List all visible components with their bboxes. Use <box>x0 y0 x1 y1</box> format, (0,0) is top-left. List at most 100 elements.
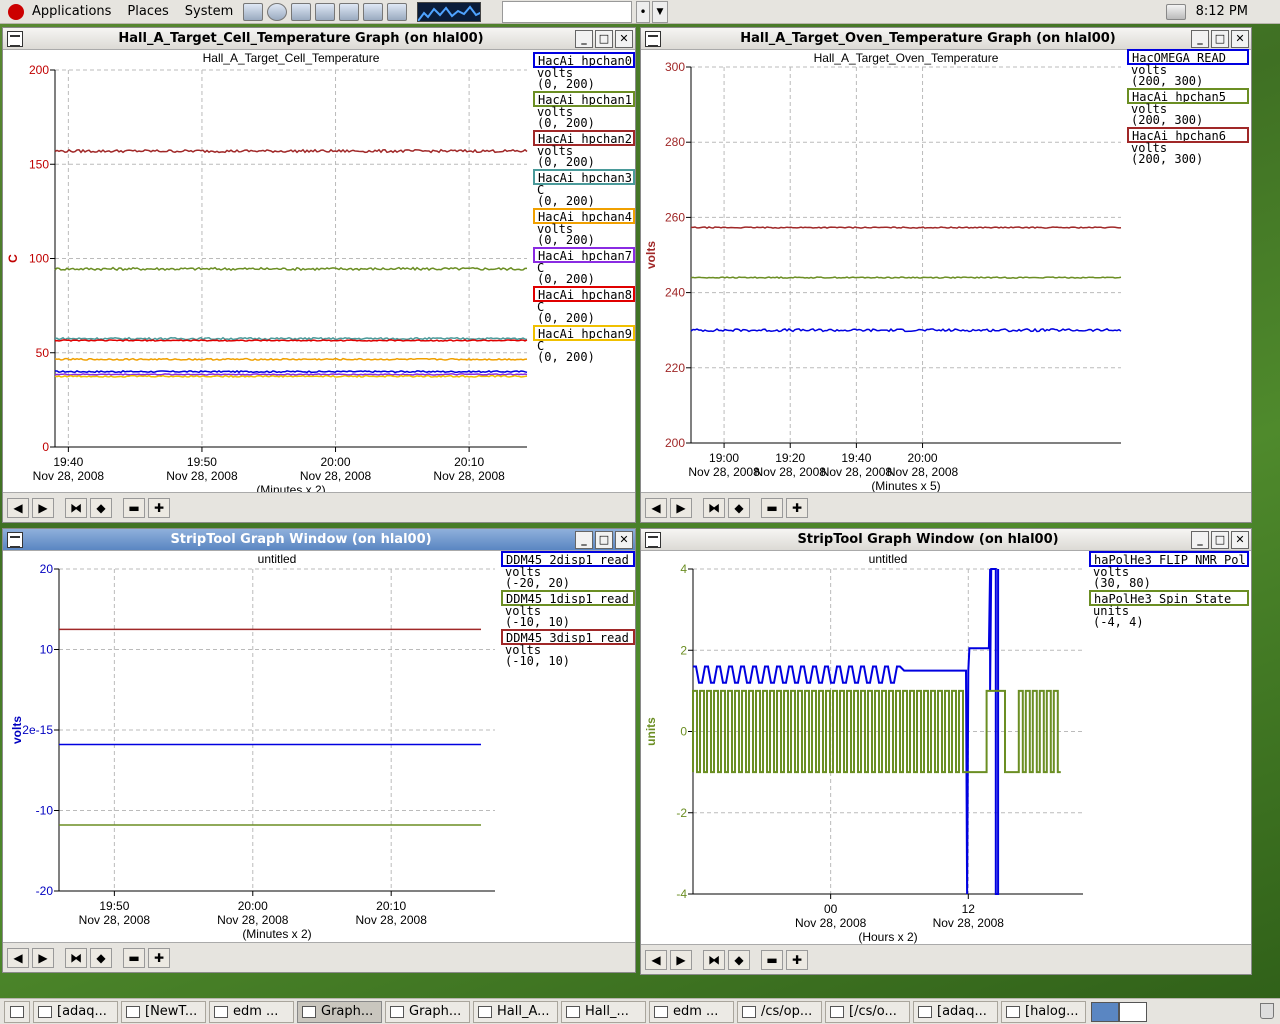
close-button[interactable]: ✕ <box>615 29 633 48</box>
scroll-right-button[interactable]: ▶ <box>670 497 692 518</box>
minimize-button[interactable]: _ <box>575 530 593 549</box>
zoom-out-button[interactable]: ◆ <box>90 497 112 518</box>
chevron-down-icon[interactable]: ▼ <box>652 1 668 23</box>
maximize-button[interactable]: □ <box>1211 29 1229 48</box>
taskbar-item[interactable]: /cs/op... <box>737 1000 822 1023</box>
editor-launcher-icon[interactable] <box>291 2 312 21</box>
window-menu-icon[interactable] <box>645 531 661 548</box>
run-command-input[interactable] <box>502 1 632 23</box>
clock[interactable]: 8:12 PM <box>1196 0 1248 24</box>
refresh-button[interactable]: ✚ <box>148 497 170 518</box>
close-button[interactable]: ✕ <box>1231 530 1249 549</box>
taskbar-item[interactable]: [adaq... <box>913 1000 998 1023</box>
window-menu-icon[interactable] <box>7 531 23 548</box>
browser-launcher-icon[interactable] <box>267 2 288 21</box>
x-axis-note: (Hours x 2) <box>858 930 917 944</box>
taskbar-item[interactable]: Graph... <box>297 1000 382 1023</box>
run-command-button[interactable]: • <box>636 1 650 23</box>
legend-entry[interactable]: HacAi_hpchan5 volts (200, 300) <box>1127 88 1249 126</box>
maximize-button[interactable]: □ <box>595 530 613 549</box>
window-menu-icon[interactable] <box>7 30 23 47</box>
legend-entry[interactable]: HacAi_hpchan1 volts (0, 200) <box>533 91 635 129</box>
terminal-launcher-icon[interactable] <box>243 2 264 21</box>
legend-series-name[interactable]: HacAi_hpchan3 <box>533 169 635 185</box>
auto-scroll-button[interactable]: ▬ <box>123 947 145 968</box>
gnome-foot-icon[interactable] <box>8 3 24 20</box>
minimize-button[interactable]: _ <box>1191 530 1209 549</box>
legend-series-name[interactable]: HacAi_hpchan9 <box>533 325 635 341</box>
scroll-left-button[interactable]: ◀ <box>645 949 667 970</box>
zoom-in-button[interactable]: ⧓ <box>65 947 87 968</box>
taskbar-item[interactable]: [NewT... <box>121 1000 206 1023</box>
menu-system[interactable]: System <box>177 0 241 24</box>
taskbar-item[interactable]: edm ... <box>649 1000 734 1023</box>
legend-entry[interactable]: DDM45_1disp1_read volts (-10, 10) <box>501 590 635 628</box>
legend-entry[interactable]: HacAi_hpchan8 C (0, 200) <box>533 286 635 324</box>
taskbar-item[interactable]: edm ... <box>209 1000 294 1023</box>
taskbar-item[interactable]: Hall_... <box>561 1000 646 1023</box>
title-bar[interactable]: Hall_A_Target_Cell_Temperature Graph (on… <box>3 28 635 50</box>
taskbar-item[interactable]: Hall_A... <box>473 1000 558 1023</box>
refresh-button[interactable]: ✚ <box>786 949 808 970</box>
legend-series-name[interactable]: HacAi_hpchan7 <box>533 247 635 263</box>
close-button[interactable]: ✕ <box>1231 29 1249 48</box>
document-launcher-icon[interactable] <box>387 2 408 21</box>
zoom-in-button[interactable]: ⧓ <box>703 497 725 518</box>
close-button[interactable]: ✕ <box>615 530 633 549</box>
taskbar-item[interactable]: [/cs/o... <box>825 1000 910 1023</box>
refresh-button[interactable]: ✚ <box>148 947 170 968</box>
legend-entry[interactable]: haPolHe3_Spin_State units (-4, 4) <box>1089 590 1249 628</box>
refresh-button[interactable]: ✚ <box>786 497 808 518</box>
maximize-button[interactable]: □ <box>1211 530 1229 549</box>
auto-scroll-button[interactable]: ▬ <box>123 497 145 518</box>
network-launcher-icon[interactable] <box>363 2 384 21</box>
show-desktop-button[interactable] <box>4 1000 30 1023</box>
zoom-out-button[interactable]: ◆ <box>90 947 112 968</box>
legend-entry[interactable]: HacOMEGA_READ volts (200, 300) <box>1127 49 1249 87</box>
legend-entry[interactable]: HacAi_hpchan9 C (0, 200) <box>533 325 635 363</box>
minimize-button[interactable]: _ <box>575 29 593 48</box>
notes-launcher-icon[interactable] <box>339 2 360 21</box>
title-bar[interactable]: Hall_A_Target_Oven_Temperature Graph (on… <box>641 28 1251 50</box>
trash-icon[interactable] <box>1260 1003 1274 1019</box>
menu-places[interactable]: Places <box>119 0 176 24</box>
auto-scroll-button[interactable]: ▬ <box>761 949 783 970</box>
zoom-in-button[interactable]: ⧓ <box>65 497 87 518</box>
title-bar[interactable]: StripTool Graph Window (on hlal00) _ □ ✕ <box>3 529 635 551</box>
mail-launcher-icon[interactable] <box>315 2 336 21</box>
minimize-button[interactable]: _ <box>1191 29 1209 48</box>
legend-entry[interactable]: HacAi_hpchan6 volts (200, 300) <box>1127 127 1249 165</box>
window-menu-icon[interactable] <box>645 30 661 47</box>
maximize-button[interactable]: □ <box>595 29 613 48</box>
chart-title: untitled <box>258 552 297 566</box>
taskbar-item[interactable]: [adaq... <box>33 1000 118 1023</box>
scroll-left-button[interactable]: ◀ <box>645 497 667 518</box>
legend-entry[interactable]: HacAi_hpchan3 C (0, 200) <box>533 169 635 207</box>
legend-entry[interactable]: HacAi_hpchan0 volts (0, 200) <box>533 52 635 90</box>
legend-entry[interactable]: HacAi_hpchan4 volts (0, 200) <box>533 208 635 246</box>
scroll-left-button[interactable]: ◀ <box>7 947 29 968</box>
system-monitor-applet[interactable] <box>417 1 482 22</box>
legend-entry[interactable]: haPolHe3_FLIP_NMR_Pol volts (30, 80) <box>1089 551 1249 589</box>
scroll-right-button[interactable]: ▶ <box>670 949 692 970</box>
scroll-right-button[interactable]: ▶ <box>32 947 54 968</box>
scroll-left-button[interactable]: ◀ <box>7 497 29 518</box>
x-tick-label: 19:40 <box>53 455 83 469</box>
legend-entry[interactable]: DDM45_3disp1_read volts (-10, 10) <box>501 629 635 667</box>
printer-icon[interactable] <box>1166 4 1186 20</box>
legend-series-name[interactable]: HacAi_hpchan8 <box>533 286 635 302</box>
auto-scroll-button[interactable]: ▬ <box>761 497 783 518</box>
scroll-right-button[interactable]: ▶ <box>32 497 54 518</box>
workspace-switcher[interactable] <box>1091 1001 1147 1022</box>
legend-entry[interactable]: HacAi_hpchan7 C (0, 200) <box>533 247 635 285</box>
x-tick-label: 20:00 <box>321 455 351 469</box>
taskbar-item[interactable]: Graph... <box>385 1000 470 1023</box>
menu-applications[interactable]: Applications <box>24 0 119 24</box>
legend-entry[interactable]: DDM45_2disp1_read volts (-20, 20) <box>501 551 635 589</box>
taskbar-item[interactable]: [halog... <box>1001 1000 1086 1023</box>
legend-entry[interactable]: HacAi_hpchan2 volts (0, 200) <box>533 130 635 168</box>
zoom-in-button[interactable]: ⧓ <box>703 949 725 970</box>
title-bar[interactable]: StripTool Graph Window (on hlal00) _ □ ✕ <box>641 529 1251 551</box>
zoom-out-button[interactable]: ◆ <box>728 949 750 970</box>
zoom-out-button[interactable]: ◆ <box>728 497 750 518</box>
